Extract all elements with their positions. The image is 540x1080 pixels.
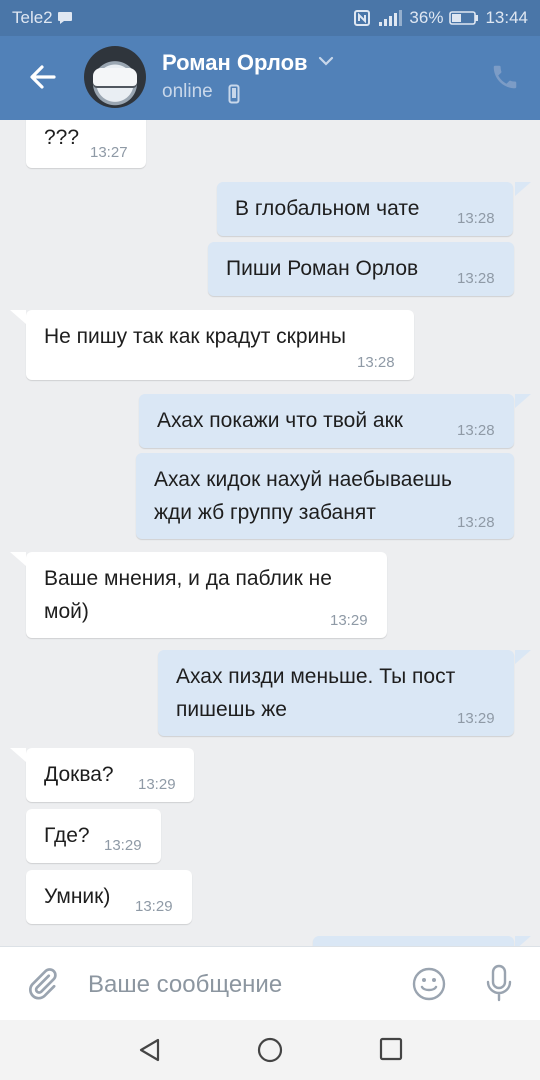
message-outgoing-partial[interactable] (313, 936, 514, 946)
message-text: Пиши Роман Орлов (226, 257, 419, 280)
battery-icon (449, 10, 479, 26)
status-bar: Tele2 36% 13:44 (0, 0, 540, 36)
message-outgoing[interactable]: Ахах кидок нахуй наебываешь жди жб групп… (136, 453, 514, 539)
message-time: 13:28 (457, 514, 495, 531)
microphone-icon (486, 964, 512, 1002)
message-outgoing[interactable]: Ахах покажи что твой акк 13:28 (139, 394, 514, 448)
message-incoming[interactable]: Ваше мнения, и да паблик не мой) 13:29 (26, 552, 387, 638)
message-time: 13:29 (138, 776, 176, 793)
message-outgoing[interactable]: Ахах пизди меньше. Ты пост пишешь же 13:… (158, 650, 514, 736)
emoji-button[interactable] (410, 965, 448, 1003)
nav-recents-button[interactable] (378, 1036, 404, 1062)
message-incoming[interactable]: ??? 13:27 (26, 120, 146, 168)
smiley-icon (412, 967, 446, 1001)
message-text: ??? (44, 126, 80, 149)
bubble-tail (10, 748, 26, 762)
square-recents-icon (379, 1037, 403, 1061)
composer (0, 946, 540, 1021)
nfc-icon (353, 9, 371, 27)
back-button[interactable] (26, 60, 60, 94)
bubble-tail (515, 182, 531, 196)
message-text: Ахах пизди меньше. Ты пост (176, 665, 456, 688)
message-time: 13:28 (457, 422, 495, 439)
battery-percent: 36% (409, 8, 444, 27)
message-outgoing[interactable]: Пиши Роман Орлов 13:28 (208, 242, 514, 296)
message-text: мой) (44, 600, 89, 623)
message-text: Доква? (44, 763, 114, 786)
system-navigation-bar (0, 1020, 540, 1080)
arrow-left-icon (30, 65, 56, 89)
message-text: Ахах кидок нахуй наебываешь (154, 468, 452, 491)
carrier-label: Tele2 (12, 8, 53, 27)
message-incoming[interactable]: Не пишу так как крадут скрины 13:28 (26, 310, 414, 380)
mobile-phone-icon (228, 84, 240, 104)
message-text: жди жб группу забанят (154, 501, 376, 524)
message-outgoing[interactable]: В глобальном чате 13:28 (217, 182, 513, 236)
contact-name[interactable]: Роман Орлов (162, 50, 308, 76)
message-text: Не пишу так как крадут скрины (44, 325, 346, 348)
message-text: пишешь же (176, 698, 287, 721)
message-notification-icon (57, 11, 73, 25)
message-time: 13:28 (357, 354, 395, 371)
message-input[interactable] (86, 967, 390, 1003)
bubble-tail (515, 394, 531, 408)
paperclip-icon (29, 968, 57, 1000)
bubble-tail (515, 650, 531, 664)
microphone-button[interactable] (484, 963, 514, 1003)
chat-header: Роман Орлов online (0, 36, 540, 120)
nav-home-button[interactable] (256, 1036, 284, 1064)
chevron-down-icon[interactable] (318, 56, 334, 66)
message-incoming[interactable]: Умник) 13:29 (26, 870, 192, 924)
message-text: Ахах покажи что твой акк (157, 409, 403, 432)
contact-status: online (162, 81, 213, 102)
signal-icon (377, 9, 403, 27)
triangle-back-icon (139, 1038, 160, 1062)
clock: 13:44 (485, 8, 528, 27)
message-incoming[interactable]: Где? 13:29 (26, 809, 161, 863)
message-time: 13:29 (457, 710, 495, 727)
message-text: В глобальном чате (235, 197, 420, 220)
message-time: 13:27 (90, 144, 128, 161)
bubble-tail (515, 936, 531, 946)
message-time: 13:28 (457, 210, 495, 227)
circle-home-icon (257, 1037, 283, 1063)
bubble-tail (10, 552, 26, 566)
attach-button[interactable] (24, 965, 60, 1003)
message-time: 13:29 (330, 612, 368, 629)
message-time: 13:29 (104, 837, 142, 854)
message-time: 13:29 (135, 898, 173, 915)
phone-icon (493, 65, 517, 89)
message-text: Ваше мнения, и да паблик не (44, 567, 332, 590)
message-time: 13:28 (457, 270, 495, 287)
avatar[interactable] (84, 46, 146, 108)
bubble-tail (10, 310, 26, 324)
message-list[interactable]: ??? 13:27 В глобальном чате 13:28 Пиши Р… (0, 120, 540, 946)
message-text: Умник) (44, 885, 111, 908)
nav-back-button[interactable] (136, 1036, 164, 1064)
call-button[interactable] (490, 62, 520, 92)
message-incoming[interactable]: Доква? 13:29 (26, 748, 194, 802)
message-text: Где? (44, 824, 90, 847)
